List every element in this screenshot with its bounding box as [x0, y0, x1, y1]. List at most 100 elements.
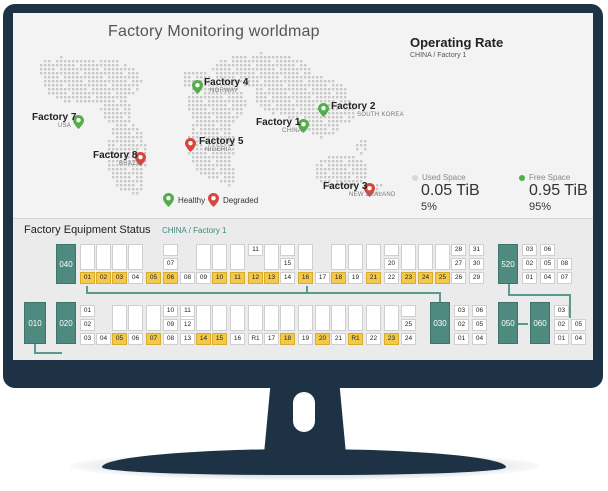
equipment-tower[interactable]: 030	[430, 302, 450, 344]
equipment-slot-empty[interactable]	[280, 305, 295, 331]
equipment-slot[interactable]: 06	[163, 272, 178, 284]
equipment-slot-empty[interactable]	[212, 305, 227, 331]
equipment-slot[interactable]: 04	[571, 333, 586, 345]
equipment-slot-empty[interactable]	[112, 244, 127, 270]
equipment-slot[interactable]: 03	[112, 272, 127, 284]
equipment-slot-empty[interactable]	[331, 305, 346, 331]
equipment-slot-empty[interactable]	[366, 244, 381, 270]
equipment-slot-empty[interactable]	[163, 244, 178, 256]
healthy-pin-icon[interactable]	[192, 80, 203, 99]
breadcrumb-factory[interactable]: Factory 1	[437, 52, 466, 59]
equipment-slot[interactable]: 03	[554, 305, 569, 317]
equipment-slot-empty[interactable]	[112, 305, 127, 331]
equipment-slot[interactable]: 21	[366, 272, 381, 284]
equipment-country[interactable]: CHINA /	[162, 226, 191, 235]
equipment-slot[interactable]: 29	[469, 272, 484, 284]
equipment-slot[interactable]: 20	[384, 258, 399, 270]
equipment-slot[interactable]: 24	[418, 272, 433, 284]
equipment-slot[interactable]: 17	[264, 333, 279, 345]
equipment-slot[interactable]: 02	[522, 258, 537, 270]
equipment-slot-empty[interactable]	[248, 305, 263, 331]
equipment-slot-empty[interactable]	[366, 305, 381, 331]
factory-label[interactable]: Factory 8 BRAZIL	[93, 150, 142, 167]
equipment-tower[interactable]: 010	[24, 302, 46, 344]
equipment-slot[interactable]: 09	[163, 319, 178, 331]
equipment-slot[interactable]: 11	[180, 305, 195, 317]
equipment-slot[interactable]: 28	[451, 244, 466, 256]
equipment-slot-empty[interactable]	[348, 305, 363, 331]
equipment-slot[interactable]: 01	[522, 272, 537, 284]
equipment-slot[interactable]: 01	[80, 272, 95, 284]
equipment-slot[interactable]: 10	[212, 272, 227, 284]
equipment-slot-empty[interactable]	[298, 244, 313, 270]
equipment-slot[interactable]: 19	[348, 272, 363, 284]
equipment-slot[interactable]: 04	[128, 272, 143, 284]
equipment-slot-empty[interactable]	[80, 244, 95, 270]
equipment-slot[interactable]: 13	[180, 333, 195, 345]
equipment-slot[interactable]: 05	[112, 333, 127, 345]
equipment-slot[interactable]: 10	[163, 305, 178, 317]
factory-label[interactable]: Factory 2 SOUTH KOREA	[331, 101, 404, 118]
equipment-slot[interactable]: 30	[469, 258, 484, 270]
equipment-slot[interactable]: 11	[248, 244, 263, 256]
equipment-slot[interactable]: 27	[451, 258, 466, 270]
equipment-slot[interactable]: 02	[454, 319, 469, 331]
equipment-slot-empty[interactable]	[230, 244, 245, 270]
equipment-slot-empty[interactable]	[128, 244, 143, 270]
equipment-slot[interactable]: 12	[180, 319, 195, 331]
equipment-slot[interactable]: 18	[331, 272, 346, 284]
equipment-slot[interactable]: 04	[96, 333, 111, 345]
equipment-slot-empty[interactable]	[435, 244, 450, 270]
equipment-slot[interactable]: 15	[280, 258, 295, 270]
degraded-pin-icon[interactable]	[185, 138, 196, 157]
equipment-slot[interactable]: 03	[80, 333, 95, 345]
equipment-slot[interactable]: 22	[384, 272, 399, 284]
equipment-slot[interactable]: 02	[80, 319, 95, 331]
equipment-tower[interactable]: 040	[56, 244, 76, 284]
equipment-tower[interactable]: 520	[498, 244, 518, 284]
equipment-slot[interactable]: 07	[146, 333, 161, 345]
equipment-slot[interactable]: 02	[96, 272, 111, 284]
equipment-tower[interactable]: 050	[498, 302, 518, 344]
factory-label[interactable]: Factory 7 USA	[32, 112, 76, 129]
equipment-slot[interactable]: 01	[454, 333, 469, 345]
equipment-slot-empty[interactable]	[315, 305, 330, 331]
equipment-slot[interactable]: 23	[401, 272, 416, 284]
equipment-slot[interactable]: 08	[180, 272, 195, 284]
equipment-slot[interactable]: 06	[128, 333, 143, 345]
equipment-slot[interactable]: 07	[557, 272, 572, 284]
equipment-slot[interactable]: 03	[454, 305, 469, 317]
equipment-slot[interactable]: 24	[401, 333, 416, 345]
equipment-slot[interactable]: 04	[540, 272, 555, 284]
equipment-slot[interactable]: 06	[472, 305, 487, 317]
equipment-slot[interactable]: 21	[331, 333, 346, 345]
equipment-slot[interactable]: 12	[248, 272, 263, 284]
equipment-slot-empty[interactable]	[196, 305, 211, 331]
equipment-slot-empty[interactable]	[264, 305, 279, 331]
equipment-slot[interactable]: 16	[298, 272, 313, 284]
equipment-slot-empty[interactable]	[128, 305, 143, 331]
equipment-slot[interactable]: 31	[469, 244, 484, 256]
equipment-slot[interactable]: 14	[196, 333, 211, 345]
equipment-slot[interactable]: 02	[554, 319, 569, 331]
equipment-slot[interactable]: 07	[163, 258, 178, 270]
factory-label[interactable]: Factory 4 NORWAY	[204, 77, 248, 94]
equipment-slot[interactable]: 08	[557, 258, 572, 270]
equipment-slot-empty[interactable]	[384, 305, 399, 331]
equipment-tower[interactable]: 060	[530, 302, 550, 344]
equipment-slot-empty[interactable]	[146, 305, 161, 331]
equipment-slot[interactable]: 05	[472, 319, 487, 331]
factory-label[interactable]: Factory 5 NIGERIA	[199, 136, 243, 153]
equipment-slot-empty[interactable]	[196, 244, 211, 270]
equipment-slot[interactable]: 18	[280, 333, 295, 345]
factory-label[interactable]: Factory 1 CHINA	[256, 117, 302, 134]
equipment-slot[interactable]: R1	[348, 333, 363, 345]
equipment-slot[interactable]: 25	[435, 272, 450, 284]
equipment-slot-empty[interactable]	[418, 244, 433, 270]
equipment-slot[interactable]: 05	[571, 319, 586, 331]
equipment-slot-empty[interactable]	[212, 244, 227, 270]
equipment-tower[interactable]: 020	[56, 302, 76, 344]
equipment-slot[interactable]: 13	[264, 272, 279, 284]
equipment-slot-empty[interactable]	[401, 244, 416, 270]
equipment-slot[interactable]: 16	[230, 333, 245, 345]
